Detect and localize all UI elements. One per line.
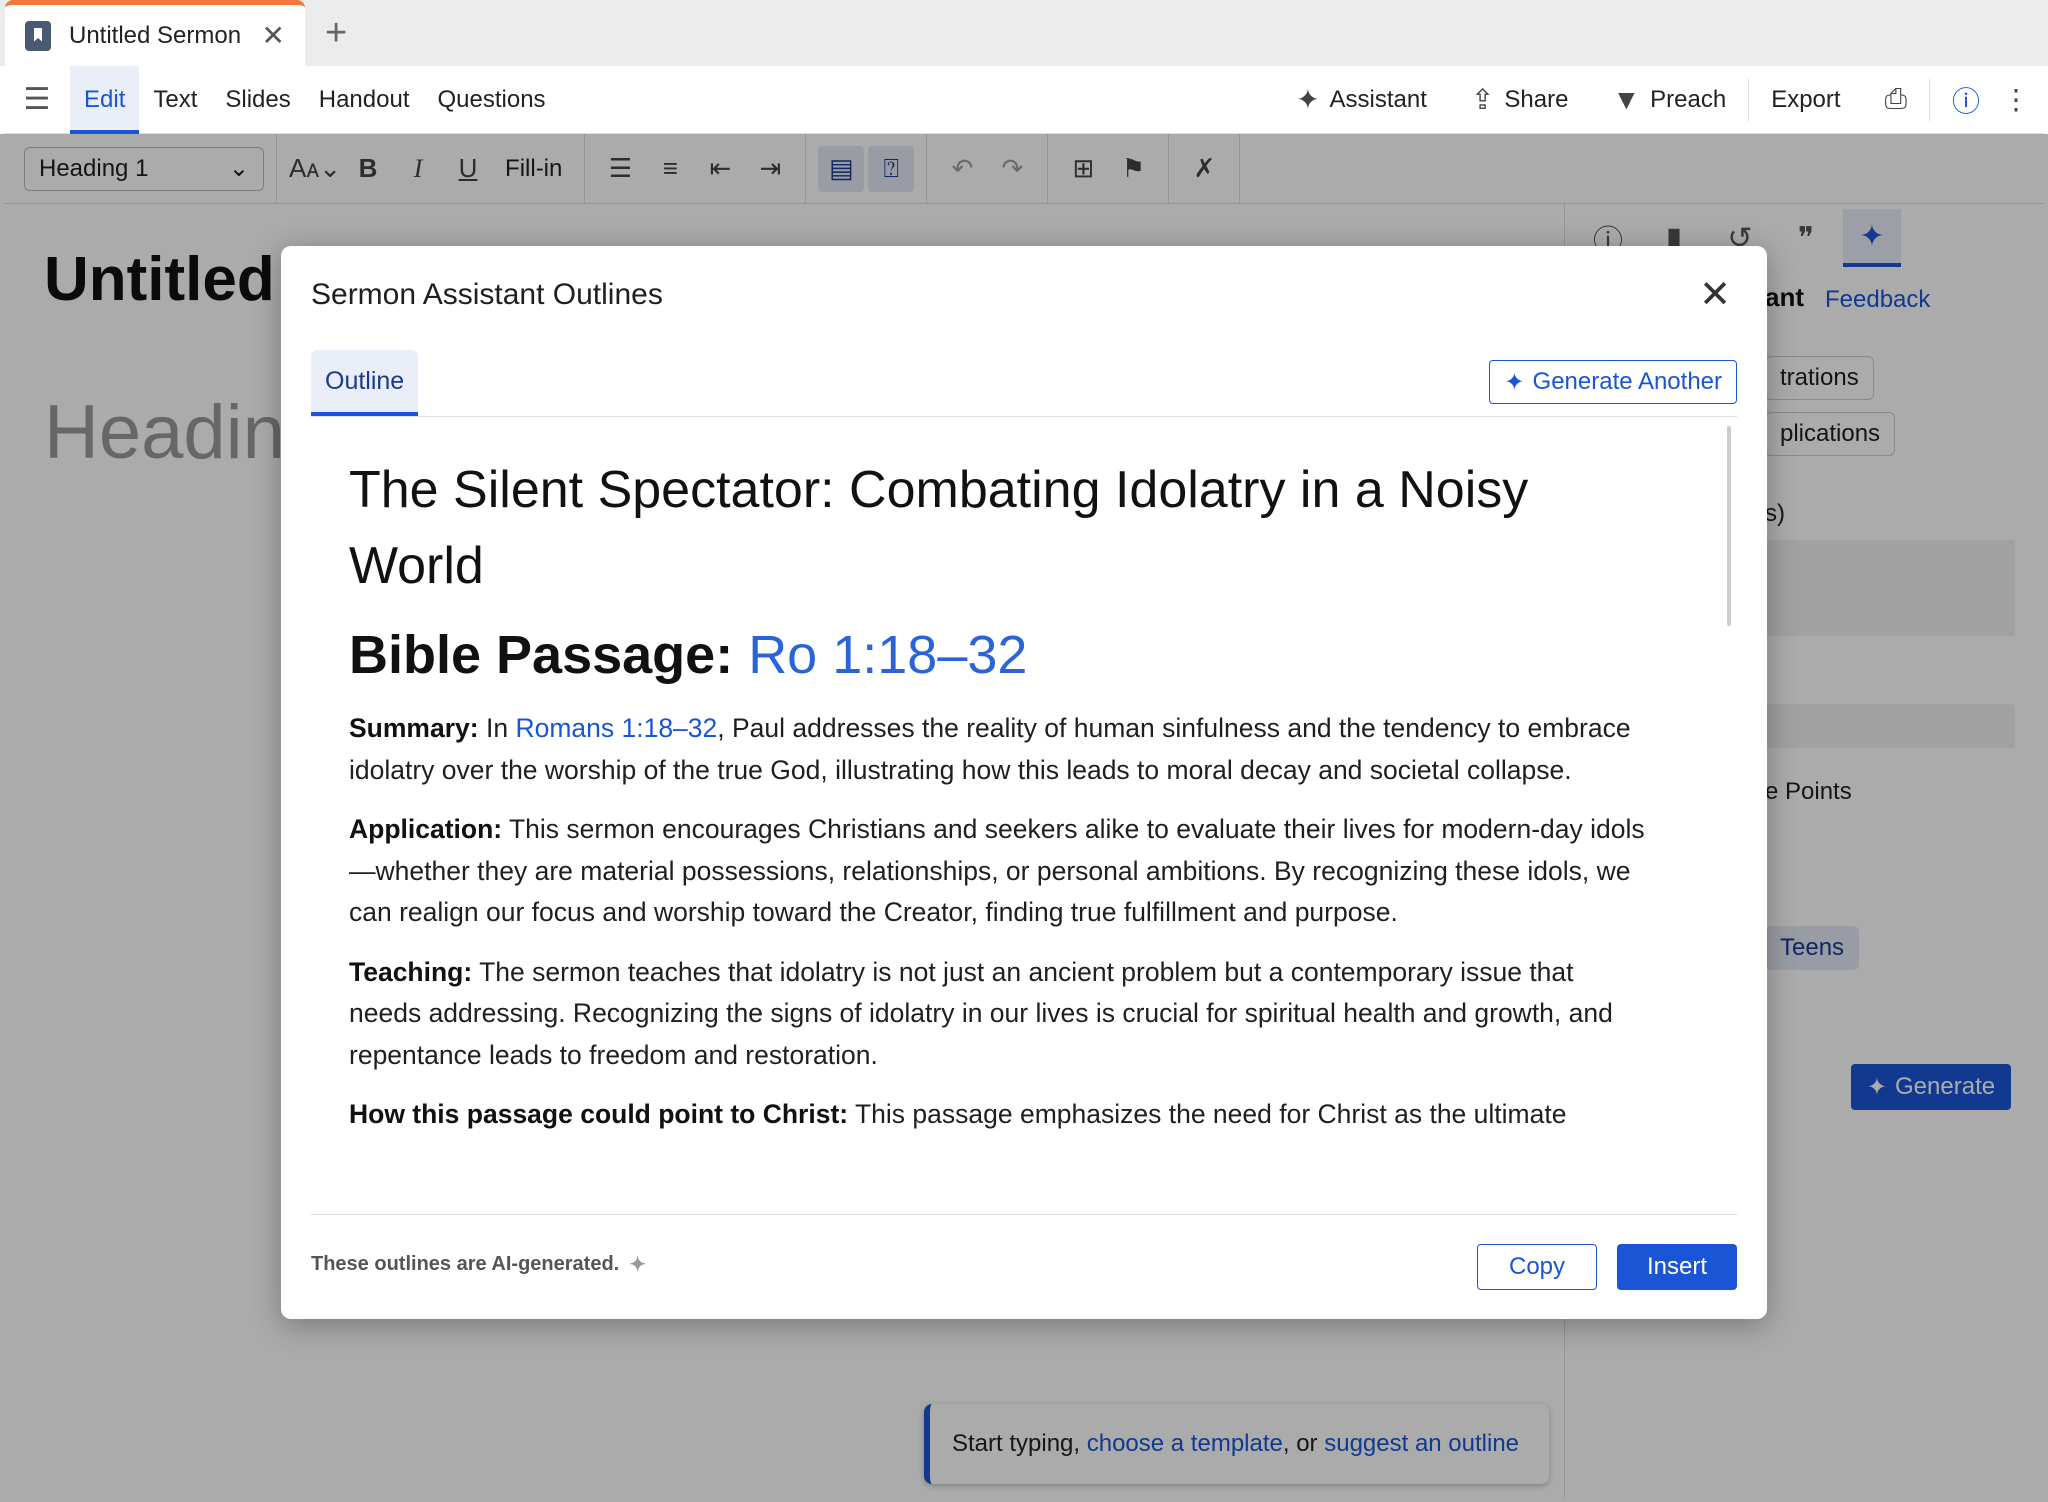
share-label: Share: [1504, 85, 1569, 113]
export-label: Export: [1771, 85, 1841, 113]
christ-label: How this passage could point to Christ:: [349, 1099, 849, 1129]
summary-paragraph: Summary: In Romans 1:18–32, Paul address…: [349, 708, 1649, 791]
outline-title: The Silent Spectator: Combating Idolatry…: [349, 461, 1529, 595]
tabs-divider: [311, 416, 1737, 417]
menu-text[interactable]: Text: [139, 66, 211, 134]
menu-handout[interactable]: Handout: [305, 66, 424, 134]
footer-divider: [311, 1214, 1737, 1215]
application-label: Application:: [349, 814, 503, 844]
preach-label: Preach: [1650, 85, 1727, 113]
teaching-label: Teaching:: [349, 956, 473, 987]
romans-link[interactable]: Romans 1:18–32: [515, 713, 717, 743]
share-button[interactable]: ⇪ Share: [1449, 83, 1591, 116]
info-icon: ⓘ: [1951, 85, 1980, 117]
browser-tabbar: Untitled Sermon ✕ +: [0, 0, 2048, 66]
menu-edit[interactable]: Edit: [70, 65, 140, 134]
new-tab-icon[interactable]: +: [325, 12, 347, 55]
generate-another-button[interactable]: ✦ Generate Another: [1489, 360, 1737, 404]
generate-another-label: Generate Another: [1532, 368, 1722, 395]
sparkle-icon: ✦: [1296, 84, 1320, 115]
christ-text: This passage emphasizes the need for Chr…: [848, 1099, 1567, 1129]
application-paragraph: Application: This sermon encourages Chri…: [349, 809, 1649, 934]
kebab-menu-icon: ⋮: [2002, 84, 2030, 115]
passage-label: Bible Passage:: [349, 625, 749, 685]
outline-scroll-area[interactable]: The Silent Spectator: Combating Idolatry…: [311, 418, 1737, 1214]
scrollbar[interactable]: [1727, 426, 1731, 626]
app-menubar: ☰ Edit Text Slides Handout Questions ✦ A…: [4, 65, 2044, 134]
pulpit-icon: ▼: [1612, 83, 1641, 115]
hamburger-menu-icon[interactable]: ☰: [4, 82, 70, 117]
sparkle-icon: ✦: [629, 1254, 646, 1276]
close-icon[interactable]: ✕: [1699, 272, 1731, 317]
summary-label: Summary:: [349, 713, 479, 743]
export-button[interactable]: Export: [1749, 86, 1862, 114]
info-button[interactable]: ⓘ: [1930, 80, 2002, 120]
bible-passage: Bible Passage: Ro 1:18–32: [349, 624, 1649, 686]
outline-content: The Silent Spectator: Combating Idolatry…: [349, 452, 1649, 1154]
menu-questions[interactable]: Questions: [424, 66, 560, 134]
menubar-actions: ✦ Assistant ⇪ Share ▼ Preach Export ⎙ ⓘ …: [1274, 66, 2044, 134]
browser-tab[interactable]: Untitled Sermon ✕: [5, 0, 305, 66]
close-tab-icon[interactable]: ✕: [262, 19, 285, 52]
summary-pre: In: [478, 713, 516, 743]
print-button[interactable]: ⎙: [1863, 83, 1929, 116]
menu-slides[interactable]: Slides: [211, 66, 304, 134]
browser-tab-title: Untitled Sermon: [69, 21, 242, 49]
outlines-modal: Sermon Assistant Outlines ✕ Outline ✦ Ge…: [281, 246, 1767, 1319]
teaching-text: The sermon teaches that idolatry is not …: [349, 956, 1613, 1070]
application-text: This sermon encourages Christians and se…: [349, 814, 1645, 927]
insert-button[interactable]: Insert: [1617, 1244, 1737, 1290]
print-icon: ⎙: [1884, 83, 1907, 114]
app-logo-icon: [25, 20, 51, 51]
more-options-button[interactable]: ⋮: [2002, 83, 2044, 116]
tab-outline[interactable]: Outline: [311, 350, 419, 416]
modal-title: Sermon Assistant Outlines: [311, 278, 663, 311]
teaching-paragraph: Teaching: The sermon teaches that idolat…: [349, 952, 1649, 1077]
disclaimer-text: These outlines are AI-generated.: [311, 1253, 620, 1275]
assistant-button[interactable]: ✦ Assistant: [1274, 83, 1449, 116]
sparkle-icon: ✦: [1504, 368, 1525, 396]
preach-button[interactable]: ▼ Preach: [1590, 84, 1748, 116]
passage-link[interactable]: Ro 1:18–32: [748, 625, 1027, 685]
ai-disclaimer: These outlines are AI-generated. ✦: [311, 1252, 646, 1277]
christ-paragraph: How this passage could point to Christ: …: [349, 1094, 1649, 1136]
copy-button[interactable]: Copy: [1477, 1244, 1597, 1290]
assistant-label: Assistant: [1329, 85, 1427, 113]
share-icon: ⇪: [1470, 84, 1495, 115]
